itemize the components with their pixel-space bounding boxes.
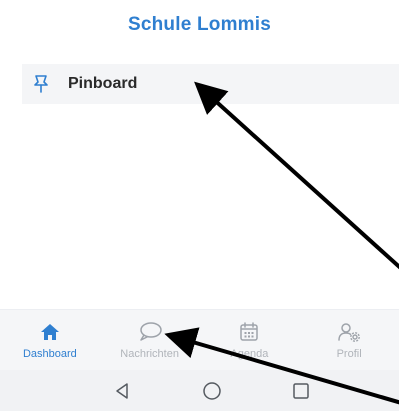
app-screen: Schule Lommis Pinboard Dashboard Nachric…: [0, 0, 399, 411]
bottom-tab-bar: Dashboard Nachrichten Agenda Profil: [0, 309, 399, 370]
back-icon[interactable]: [110, 379, 134, 403]
tab-agenda[interactable]: Agenda: [200, 310, 300, 370]
tab-label: Agenda: [230, 348, 269, 360]
home-circle-icon[interactable]: [200, 379, 224, 403]
recents-icon[interactable]: [289, 379, 313, 403]
list-item-label: Pinboard: [68, 75, 138, 92]
calendar-icon: [236, 320, 262, 344]
tab-label: Nachrichten: [120, 348, 179, 360]
tab-nachrichten[interactable]: Nachrichten: [100, 310, 200, 370]
home-icon: [37, 320, 63, 344]
tab-label: Profil: [336, 348, 362, 360]
page-title: Schule Lommis: [127, 14, 272, 35]
list-item-pinboard[interactable]: Pinboard: [22, 64, 399, 104]
pushpin-icon: [30, 73, 52, 95]
user-settings-icon: [336, 320, 362, 344]
tab-profil[interactable]: Profil: [299, 310, 399, 370]
annotation-arrow-pinboard: [194, 81, 399, 270]
tab-label: Dashboard: [22, 348, 77, 360]
system-navigation-bar: [0, 370, 399, 411]
tab-dashboard[interactable]: Dashboard: [0, 310, 100, 370]
chat-bubble-icon: [137, 320, 163, 344]
